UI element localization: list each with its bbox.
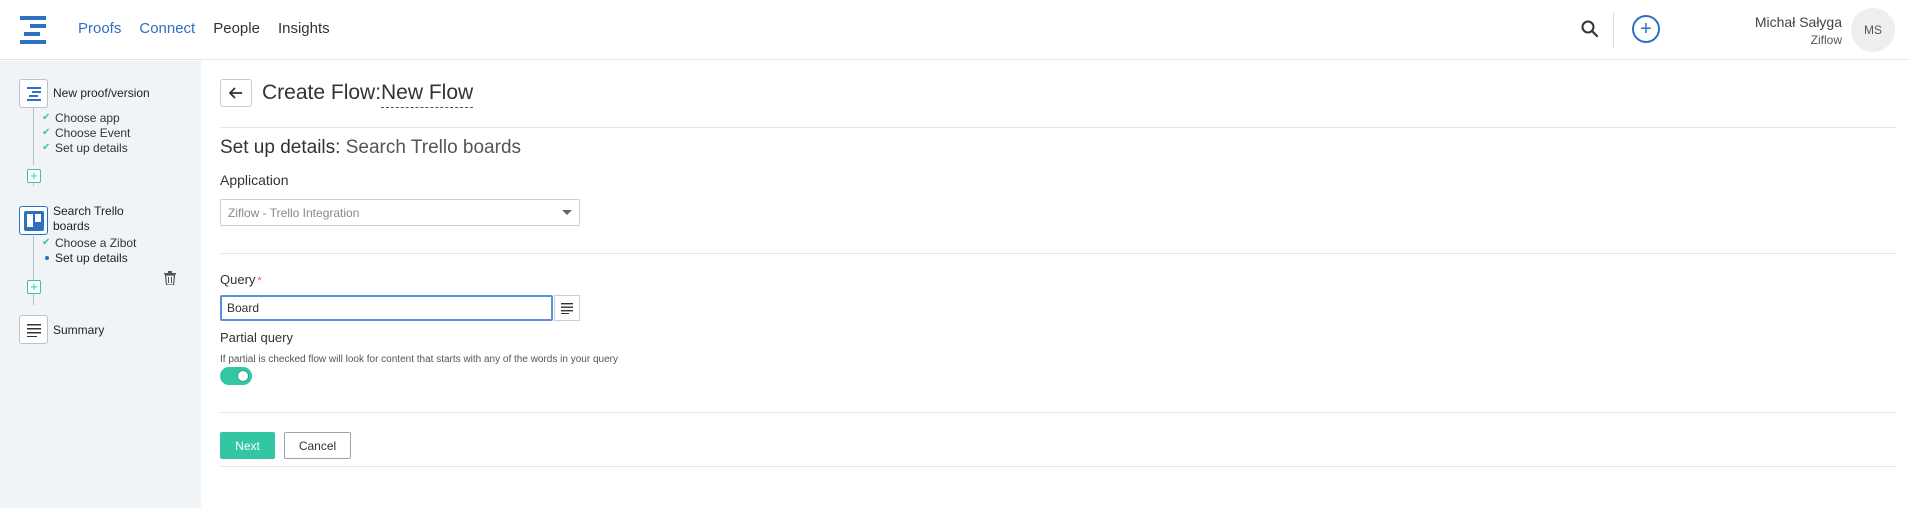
check-icon: ✔	[42, 127, 51, 138]
partial-query-label: Partial query	[220, 330, 293, 345]
nav-proofs[interactable]: Proofs	[78, 20, 121, 37]
avatar[interactable]: MS	[1851, 8, 1895, 52]
substep-choose-event[interactable]: ✔ Choose Event	[42, 126, 131, 140]
substep-label: Choose a Zibot	[55, 236, 137, 250]
step-connector	[33, 236, 34, 281]
partial-query-help: If partial is checked flow will look for…	[220, 354, 618, 365]
flow-name-editable[interactable]: New Flow	[381, 81, 474, 108]
substep-label: Set up details	[55, 251, 128, 265]
arrow-left-icon	[229, 87, 242, 99]
plus-icon: +	[1640, 17, 1652, 40]
divider	[220, 253, 1897, 254]
step-title-search-trello[interactable]: Search Trello boards	[53, 204, 133, 234]
substep-label: Choose Event	[55, 126, 131, 140]
trash-icon[interactable]	[164, 271, 176, 285]
add-new-button[interactable]: +	[1632, 15, 1660, 43]
user-name: Michał Sałyga	[1754, 14, 1842, 30]
nav-insights[interactable]: Insights	[278, 20, 330, 37]
query-input[interactable]	[220, 295, 553, 321]
top-bar: Proofs Connect People Insights + Michał …	[0, 0, 1908, 60]
trello-icon	[23, 210, 44, 231]
application-select[interactable]: Ziflow - Trello Integration	[220, 199, 580, 226]
top-divider	[1613, 12, 1614, 48]
trello-step-icon[interactable]	[19, 206, 48, 235]
section-title-subtitle: Search Trello boards	[345, 137, 522, 158]
cancel-button[interactable]: Cancel	[284, 432, 351, 459]
check-icon: ✔	[42, 237, 51, 248]
substep-choose-zibot[interactable]: ✔ Choose a Zibot	[42, 236, 137, 250]
summary-lines-icon	[26, 323, 41, 337]
section-title: Set up details: Search Trello boards	[220, 137, 521, 159]
divider	[220, 412, 1897, 413]
application-label: Application	[220, 172, 289, 188]
search-icon[interactable]	[1580, 19, 1600, 39]
substep-choose-app[interactable]: ✔ Choose app	[42, 111, 120, 125]
step-connector	[33, 293, 34, 305]
application-selected-value: Ziflow - Trello Integration	[228, 206, 360, 220]
next-button[interactable]: Next	[220, 432, 275, 459]
align-left-icon	[561, 303, 573, 314]
check-icon: ✔	[42, 112, 51, 123]
required-marker: *	[257, 275, 262, 287]
section-title-prefix: Set up details:	[220, 137, 341, 158]
query-label-text: Query	[220, 272, 256, 287]
step-title-summary[interactable]: Summary	[53, 323, 104, 338]
nav-people[interactable]: People	[213, 20, 260, 37]
main-nav: Proofs Connect People Insights	[78, 20, 330, 37]
substep-set-up-details-current[interactable]: Set up details	[45, 251, 128, 265]
new-proof-step-icon[interactable]	[19, 79, 48, 108]
summary-step-icon[interactable]	[19, 315, 48, 344]
check-icon: ✔	[42, 142, 51, 153]
substep-label: Choose app	[55, 111, 120, 125]
back-button[interactable]	[220, 79, 252, 107]
substep-label: Set up details	[55, 141, 128, 155]
add-step-button[interactable]: +	[27, 280, 41, 294]
insert-field-button[interactable]	[554, 295, 580, 321]
flow-steps-sidebar: New proof/version ✔ Choose app ✔ Choose Ev…	[0, 61, 201, 508]
chevron-down-icon	[562, 210, 572, 215]
step-title-new-proof[interactable]: New proof/version	[53, 86, 150, 101]
divider	[220, 466, 1897, 467]
query-label: Query *	[220, 272, 262, 287]
user-org: Ziflow	[1810, 33, 1842, 47]
substep-set-up-details[interactable]: ✔ Set up details	[42, 141, 128, 155]
step-connector	[33, 107, 34, 165]
toggle-knob	[237, 370, 249, 382]
ziflow-logo-icon[interactable]	[18, 16, 48, 44]
nav-connect[interactable]: Connect	[139, 20, 195, 37]
ziflow-step-icon	[26, 86, 41, 101]
partial-query-toggle[interactable]	[220, 367, 252, 385]
page-title: Create Flow:	[262, 81, 382, 104]
current-dot-icon	[45, 256, 49, 260]
add-step-button[interactable]: +	[27, 169, 41, 183]
divider	[220, 127, 1897, 128]
